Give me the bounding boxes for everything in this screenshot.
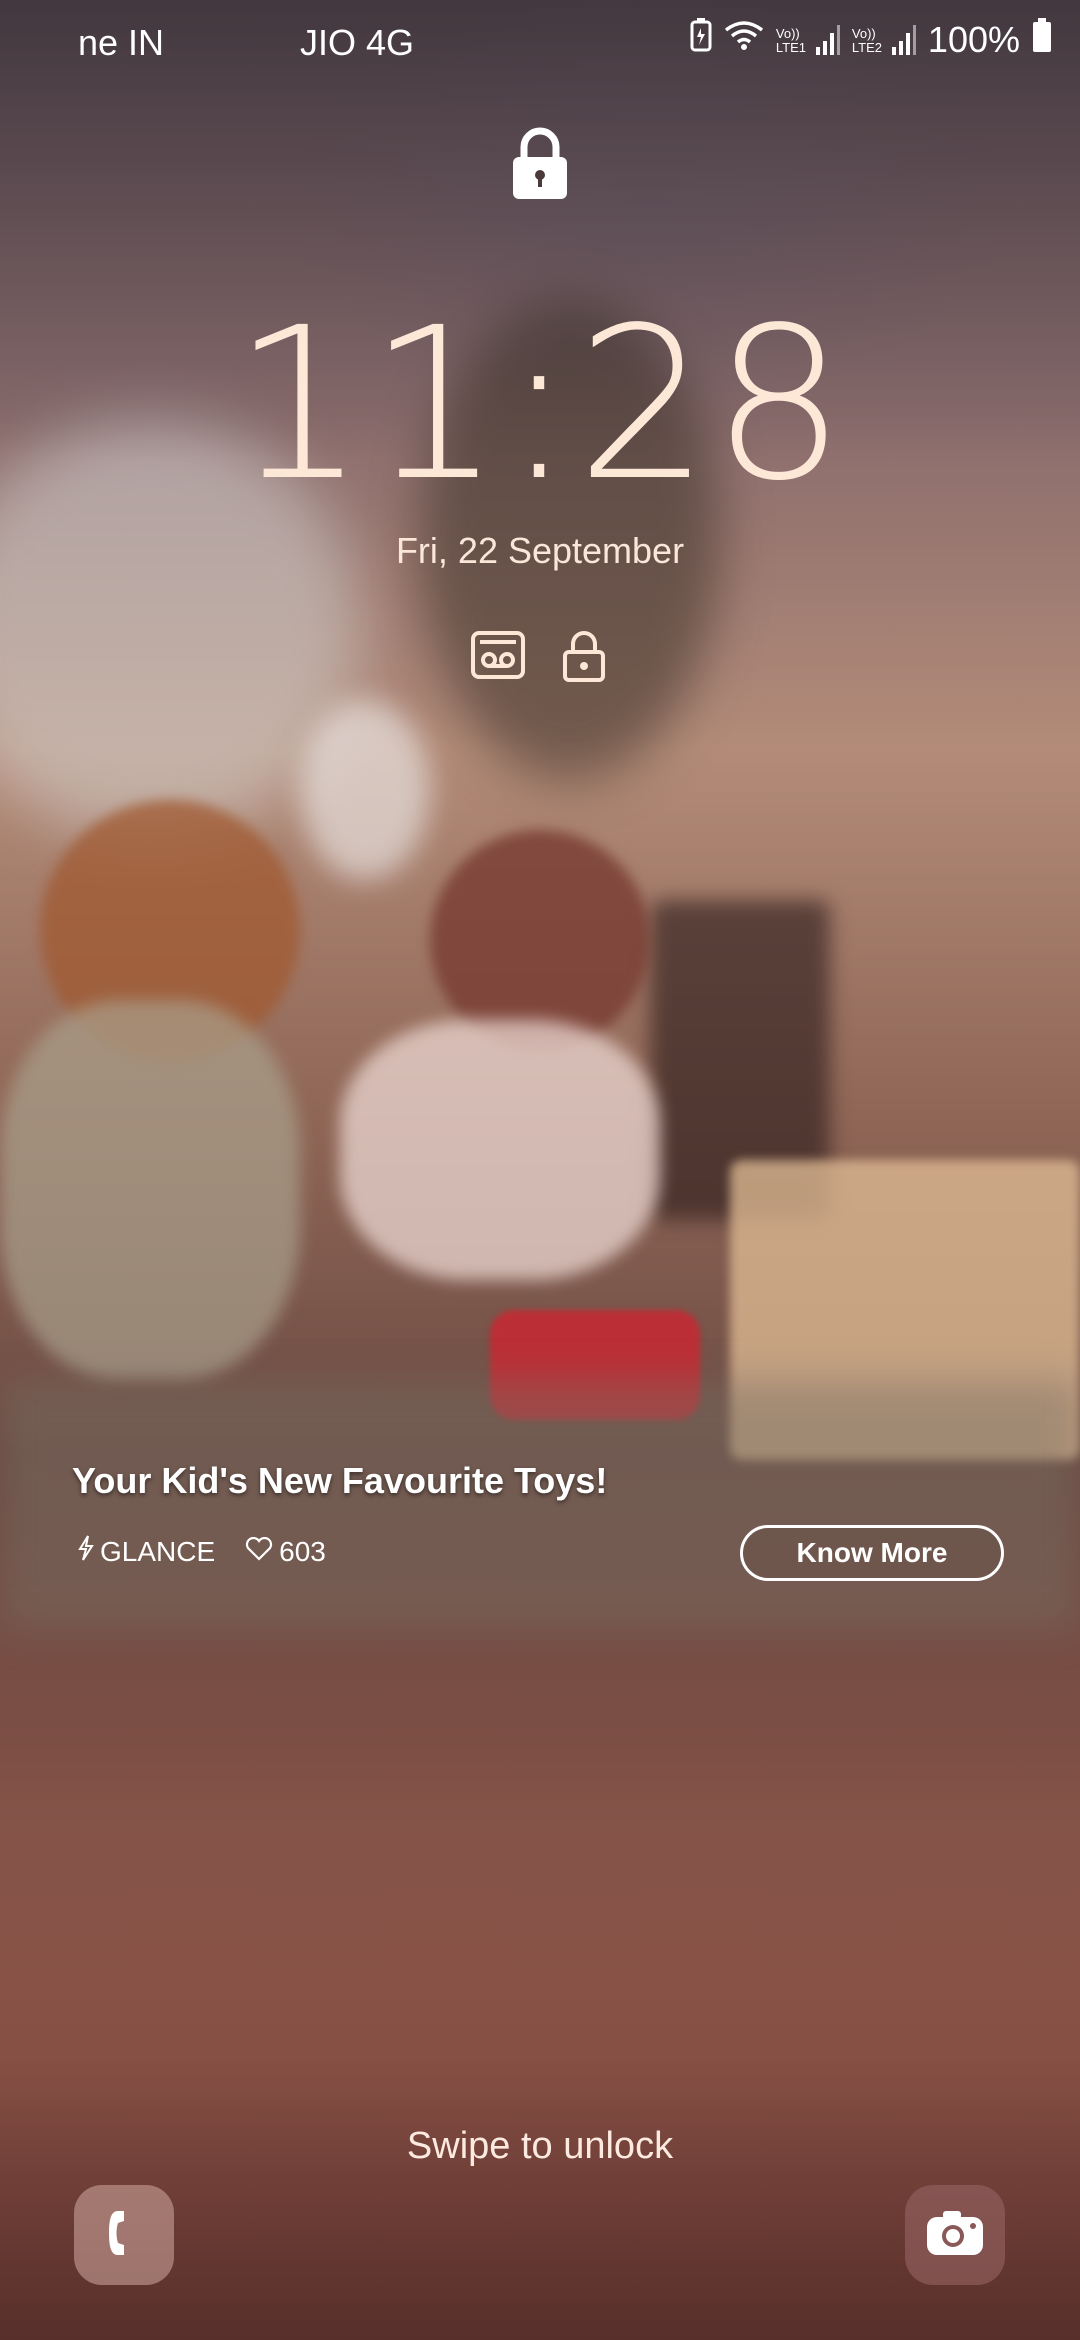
battery-saver-icon [690,18,712,61]
sim2-label: Vo)) LTE2 [851,25,883,55]
heart-icon [245,1536,273,1568]
wifi-icon [724,19,764,61]
camera-shortcut-button[interactable] [905,2185,1005,2285]
camera-icon [925,2209,985,2262]
play-table [0,1380,1080,1630]
phone-shortcut-button[interactable] [74,2185,174,2285]
bolt-icon [78,1535,94,1568]
lock-icon[interactable] [511,125,569,201]
status-icons: Vo)) LTE1 Vo)) LTE2 100% [690,18,1052,61]
glance-likes-count: 603 [279,1535,326,1567]
lock-indicator-icon[interactable] [562,630,606,687]
sim1-label: Vo)) LTE1 [775,25,807,55]
status-bar: ne IN JIO 4G Vo)) LTE1 Vo)) LTE2 100% [0,0,1080,88]
notification-indicators [470,630,606,687]
tree-ornament [300,700,430,880]
glance-likes[interactable]: 603 [245,1536,326,1568]
status-left-text: ne IN [78,22,165,63]
glance-source[interactable]: GLANCE [78,1535,215,1568]
battery-icon [1032,18,1052,61]
know-more-button[interactable]: Know More [740,1525,1004,1581]
swipe-to-unlock-hint: Swipe to unlock [406,2125,674,2167]
child-right-body [340,1020,660,1280]
phone-icon [104,2207,144,2264]
voicemail-icon[interactable] [470,630,526,687]
glance-title[interactable]: Your Kid's New Favourite Toys! [72,1460,607,1502]
signal-sim1-icon: Vo)) LTE1 [775,24,840,55]
glance-source-label: GLANCE [100,1535,216,1567]
child-left-body [0,1000,300,1380]
battery-percent: 100% [927,18,1020,60]
child-right-head [430,830,650,1050]
carrier-label: JIO 4G [300,22,415,63]
signal-sim2-icon: Vo)) LTE2 [851,24,916,55]
glance-meta: GLANCE 603 [78,1535,326,1568]
lockscreen-clock: 11:28 [232,282,848,527]
lockscreen-date: Fri, 22 September [395,530,685,571]
